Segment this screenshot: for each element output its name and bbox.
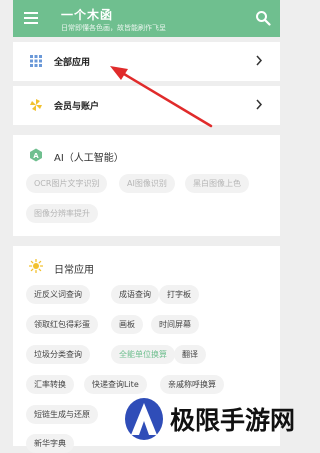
site-watermark: 极限手游网 xyxy=(122,395,312,441)
watermark-text: 极限手游网 xyxy=(170,406,296,435)
watermark-logo-icon xyxy=(125,398,163,440)
annotation-arrow xyxy=(110,66,213,128)
